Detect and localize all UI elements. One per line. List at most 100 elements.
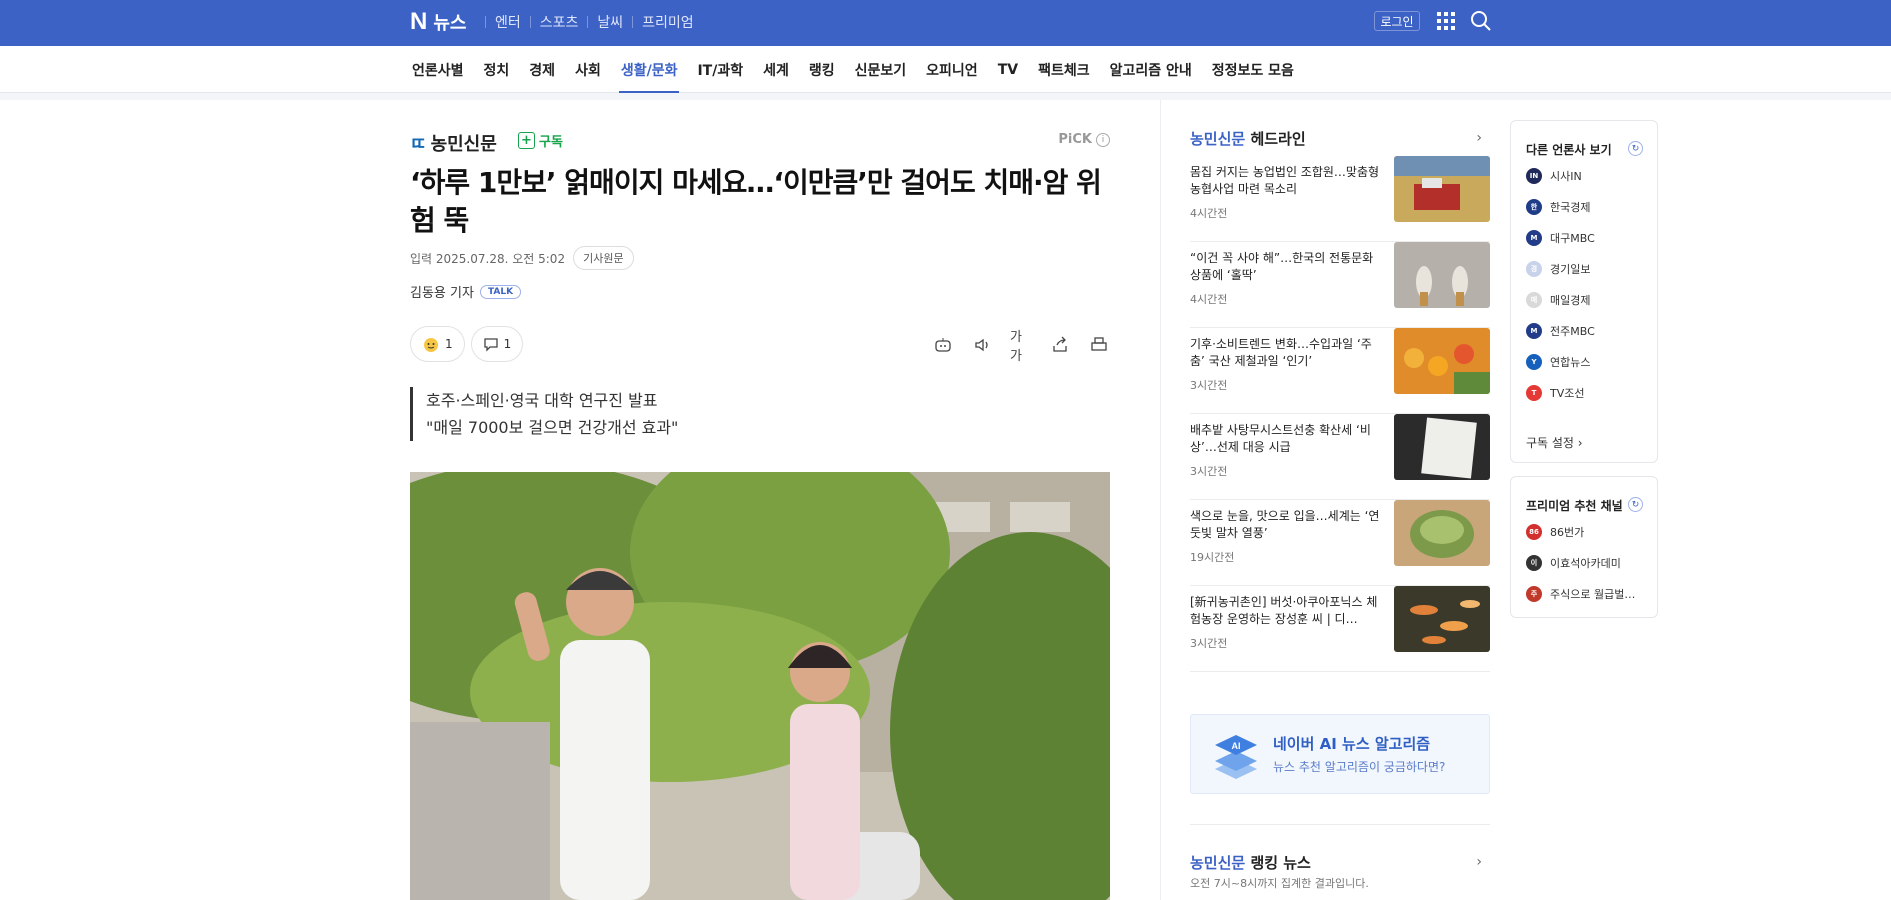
press-mark-icon: ㄸ	[410, 134, 427, 155]
press-name: 농민신문	[430, 134, 497, 155]
login-button[interactable]: 로그인	[1374, 11, 1420, 31]
reporter-info: 김동용 기자 TALK	[410, 282, 522, 301]
chevron-right-icon[interactable]: ›	[1476, 130, 1482, 146]
reaction-bar: 1 1	[410, 326, 524, 362]
press-list-item[interactable]: 주 주식으로 월급벌…	[1526, 586, 1635, 602]
press-list-name: 시사IN	[1550, 170, 1582, 183]
reporter-name[interactable]: 김동용 기자	[410, 282, 474, 301]
print-icon[interactable]	[1088, 334, 1110, 356]
category-tab[interactable]: 생활/문화	[611, 46, 688, 93]
ai-banner-title: 네이버 AI 뉴스 알고리즘	[1273, 735, 1431, 753]
header-divider	[0, 93, 1891, 100]
press-logo[interactable]: ㄸ 농민신문	[410, 130, 497, 156]
share-icon[interactable]	[1049, 334, 1071, 356]
article-tools: 가가	[932, 330, 1110, 364]
press-logo-icon: 매	[1526, 292, 1542, 308]
nav-premium[interactable]: 프리미엄	[633, 12, 703, 32]
category-tab[interactable]: 정정보도 모음	[1202, 46, 1304, 93]
headline-title: 색으로 눈을, 맛으로 입을…세계는 ‘연둣빛 말차 열풍’	[1190, 509, 1380, 540]
headline-section-title[interactable]: 농민신문 헤드라인	[1190, 128, 1306, 149]
article-date: 입력 2025.07.28. 오전 5:02	[410, 251, 566, 266]
press-list-item[interactable]: 한 한국경제	[1526, 199, 1590, 215]
headline-item[interactable]: 몸집 커지는 농업법인 조합원…맞춤형 농협사업 마련 목소리 4시간전	[1190, 156, 1490, 242]
press-list-item[interactable]: 이 이효석아카데미	[1526, 555, 1621, 571]
comment-button[interactable]: 1	[470, 326, 524, 362]
search-icon[interactable]	[1470, 10, 1492, 32]
press-logo-icon: Y	[1526, 354, 1542, 370]
press-list-name: 전주MBC	[1550, 325, 1595, 338]
press-list-item[interactable]: 매 매일경제	[1526, 292, 1590, 308]
press-list-name: 경기일보	[1550, 263, 1591, 276]
category-tab[interactable]: 신문보기	[845, 46, 917, 93]
other-press-title: 다른 언론사 보기	[1526, 143, 1612, 157]
category-tab[interactable]: 사회	[565, 46, 611, 93]
press-list-item[interactable]: T TV조선	[1526, 385, 1584, 401]
category-tab[interactable]: TV	[988, 46, 1028, 93]
talk-badge[interactable]: TALK	[479, 284, 522, 299]
chevron-right-icon[interactable]: ›	[1476, 854, 1482, 870]
press-list-item[interactable]: 경 경기일보	[1526, 261, 1590, 277]
headline-thumbnail	[1394, 500, 1490, 566]
category-tab[interactable]: 언론사별	[410, 46, 474, 93]
ai-stack-icon: AI	[1215, 735, 1257, 779]
headline-title: 기후·소비트렌드 변화…수입과일 ‘주춤’ 국산 제철과일 ‘인기’	[1190, 337, 1372, 368]
press-list-name: 매일경제	[1550, 294, 1591, 307]
headline-item[interactable]: 색으로 눈을, 맛으로 입을…세계는 ‘연둣빛 말차 열풍’ 19시간전	[1190, 500, 1490, 586]
nav-entertainment[interactable]: 엔터	[486, 12, 530, 32]
subscription-setting-link[interactable]: 구독 설정 ›	[1526, 434, 1583, 451]
column-divider	[1160, 100, 1161, 900]
category-tab[interactable]: 오피니언	[916, 46, 988, 93]
premium-channel-title: 프리미엄 추천 채널	[1526, 499, 1623, 513]
category-tabs: 언론사별 정치 경제 사회 생활/문화 IT/과학 세계 랭킹 신문보기 오피니언 TV 팩트체크 알고…	[410, 46, 1304, 93]
headline-time: 19시간전	[1190, 551, 1235, 564]
refresh-icon[interactable]: ↻	[1628, 497, 1643, 512]
press-list-item[interactable]: M 전주MBC	[1526, 323, 1595, 339]
category-tab[interactable]: 팩트체크	[1028, 46, 1100, 93]
press-list-name: 대구MBC	[1550, 232, 1595, 245]
press-logo-icon: M	[1526, 230, 1542, 246]
headline-thumbnail	[1394, 414, 1490, 480]
press-list-item[interactable]: 86 86번가	[1526, 524, 1584, 540]
headline-title: 몸집 커지는 농업법인 조합원…맞춤형 농협사업 마련 목소리	[1190, 165, 1380, 196]
ranking-section-title[interactable]: 농민신문 랭킹 뉴스	[1190, 852, 1311, 873]
ai-algorithm-banner[interactable]: AI 네이버 AI 뉴스 알고리즘 뉴스 추천 알고리즘이 궁금하다면?	[1190, 714, 1490, 794]
summary-bot-icon[interactable]	[932, 334, 954, 356]
headline-time: 4시간전	[1190, 293, 1228, 306]
press-list-item[interactable]: M 대구MBC	[1526, 230, 1595, 246]
emoji-reaction-icon	[424, 338, 438, 352]
category-tab[interactable]: 세계	[753, 46, 799, 93]
headline-item[interactable]: “이건 꼭 사야 해”…한국의 전통문화 상품에 ‘홀딱’ 4시간전	[1190, 242, 1490, 328]
category-tab[interactable]: IT/과학	[687, 46, 753, 93]
top-bar: N 뉴스 엔터 스포츠 날씨 프리미엄 로그인	[0, 0, 1891, 46]
headline-item[interactable]: 배추밭 사탕무시스트선충 확산세 ‘비상’…선제 대응 시급 3시간전	[1190, 414, 1490, 500]
comment-count: 1	[503, 337, 512, 351]
nav-weather[interactable]: 날씨	[588, 12, 632, 32]
article-summary: 호주·스페인·영국 대학 연구진 발표 "매일 7000보 걸으면 건강개선 효…	[410, 387, 678, 441]
press-logo-icon: 한	[1526, 199, 1542, 215]
article-photo	[410, 472, 1110, 900]
service-nav: 엔터 스포츠 날씨 프리미엄	[485, 12, 703, 32]
category-tab[interactable]: 정치	[474, 46, 520, 93]
category-tab[interactable]: 경제	[519, 46, 565, 93]
press-list-item[interactable]: IN 시사IN	[1526, 168, 1582, 184]
headline-item[interactable]: 기후·소비트렌드 변화…수입과일 ‘주춤’ 국산 제철과일 ‘인기’ 3시간전	[1190, 328, 1490, 414]
pick-badge[interactable]: PiCK i	[1058, 132, 1110, 147]
naver-news-logo[interactable]: N 뉴스	[410, 8, 466, 36]
nav-sports[interactable]: 스포츠	[531, 12, 588, 32]
original-article-button[interactable]: 기사원문	[573, 246, 634, 270]
audio-icon[interactable]	[971, 334, 993, 356]
reaction-button[interactable]: 1	[410, 326, 465, 362]
category-bar: 언론사별 정치 경제 사회 생활/문화 IT/과학 세계 랭킹 신문보기 오피니언 TV 팩트체크 알고…	[0, 46, 1891, 93]
article-dateline: 입력 2025.07.28. 오전 5:02 기사원문	[410, 246, 634, 270]
text-size-icon[interactable]: 가가	[1010, 330, 1032, 364]
apps-grid-icon[interactable]	[1437, 12, 1455, 30]
refresh-icon[interactable]: ↻	[1628, 141, 1643, 156]
press-list-item[interactable]: Y 연합뉴스	[1526, 354, 1590, 370]
headline-item[interactable]: [新귀농귀촌인] 버섯·아쿠아포닉스 체험농장 운영하는 장성훈 씨 | 디… …	[1190, 586, 1490, 672]
subscribe-button[interactable]: + 구독	[518, 131, 563, 150]
summary-line: "매일 7000보 걸으면 건강개선 효과"	[426, 418, 679, 437]
category-tab[interactable]: 알고리즘 안내	[1100, 46, 1202, 93]
headline-thumbnail	[1394, 242, 1490, 308]
press-list-name: 연합뉴스	[1550, 356, 1591, 369]
category-tab[interactable]: 랭킹	[799, 46, 845, 93]
